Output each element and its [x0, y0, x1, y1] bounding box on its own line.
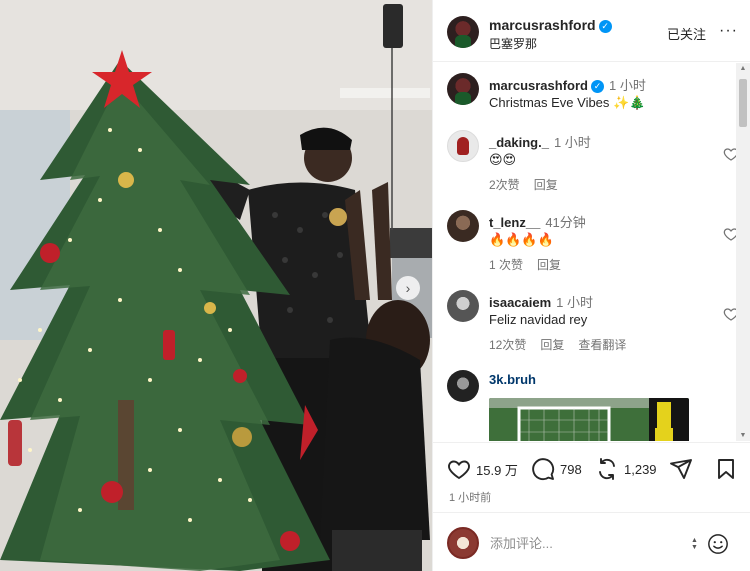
bookmark-icon[interactable] — [715, 457, 737, 481]
avatar[interactable] — [447, 370, 479, 402]
photo-image — [0, 0, 432, 571]
caption: marcusrashford ✓ 1 小时 Christmas Eve Vibes … — [447, 73, 737, 113]
comment-text: Feliz navidad rey — [489, 312, 588, 327]
verified-badge-icon: ✓ — [598, 19, 612, 33]
repost-count[interactable]: 1,239 — [624, 462, 657, 477]
comment-action[interactable]: 798 — [531, 457, 582, 481]
comment-username[interactable]: isaacaiem — [489, 295, 551, 310]
avatar[interactable] — [447, 210, 479, 242]
comment-item: t_lenz__ 41分钟 🔥🔥🔥🔥 1 次赞 回复 — [447, 210, 739, 272]
scroll-thumb[interactable] — [739, 79, 747, 127]
post-location[interactable]: 巴塞罗那 — [489, 35, 537, 52]
comment-username[interactable]: t_lenz__ — [489, 215, 540, 230]
reply-button[interactable]: 回复 — [534, 178, 558, 192]
avatar[interactable] — [447, 16, 479, 48]
comment-item: _daking._ 1 小时 😍😍 2次赞 回复 — [447, 130, 739, 192]
reply-button[interactable]: 回复 — [537, 258, 561, 272]
post-actions: 15.9 万 798 1,239 1 小时前 — [433, 442, 750, 512]
repost-icon[interactable] — [595, 457, 619, 481]
comment-text: 🔥🔥🔥🔥 — [489, 232, 554, 247]
save-action[interactable] — [715, 457, 742, 481]
comment-text: 😍😍 — [489, 152, 517, 167]
comment-input[interactable] — [490, 536, 670, 551]
comment-media-thumbnail[interactable] — [489, 398, 689, 441]
post-timestamp[interactable]: 1 小时前 — [449, 489, 491, 505]
more-options-icon[interactable]: ··· — [719, 22, 738, 40]
author-username[interactable]: marcusrashford ✓ — [489, 17, 612, 33]
comment-item: isaacaiem 1 小时 Feliz navidad rey 12次赞 回复 查看… — [447, 290, 739, 352]
scroll-up-icon[interactable]: ▲ — [739, 65, 747, 72]
comment-likes[interactable]: 2次赞 — [489, 178, 520, 192]
comment-bubble-icon[interactable] — [531, 457, 555, 481]
post-side-panel: marcusrashford ✓ 巴塞罗那 已关注 ··· marcusrashf… — [432, 0, 750, 571]
reply-button[interactable]: 回复 — [540, 338, 564, 352]
add-comment-bar: ▲▼ — [433, 512, 750, 571]
comment-username[interactable]: _daking._ — [489, 135, 549, 150]
see-translation-button[interactable]: 查看翻译 — [578, 338, 626, 352]
comment-time: 1 小时 — [553, 135, 591, 150]
scroll-down-icon[interactable]: ▼ — [739, 432, 747, 439]
comment-likes[interactable]: 1 次赞 — [489, 258, 523, 272]
emoji-icon[interactable] — [707, 533, 729, 555]
share-action[interactable] — [669, 457, 698, 481]
share-paper-plane-icon[interactable] — [669, 457, 693, 481]
comments-scrollbar[interactable]: ▲ ▼ — [736, 63, 750, 441]
repost-action[interactable]: 1,239 — [595, 457, 657, 481]
following-button[interactable]: 已关注 — [667, 24, 706, 43]
comment-time: 41分钟 — [545, 215, 586, 230]
verified-badge-icon: ✓ — [590, 80, 604, 94]
heart-icon[interactable] — [447, 457, 471, 481]
comment-username[interactable]: 3k.bruh — [489, 372, 536, 387]
avatar[interactable] — [447, 73, 479, 105]
avatar[interactable] — [447, 290, 479, 322]
caption-text: Christmas Eve Vibes ✨🎄 — [489, 95, 646, 110]
comment-time: 1 小时 — [556, 295, 594, 310]
caption-username[interactable]: marcusrashford — [489, 78, 588, 93]
comment-likes[interactable]: 12次赞 — [489, 338, 526, 352]
chevron-right-icon[interactable]: › — [396, 276, 420, 300]
comments-list[interactable]: marcusrashford ✓ 1 小时 Christmas Eve Vibes … — [433, 63, 750, 441]
input-stepper-icon[interactable]: ▲ ▼ — [691, 537, 698, 551]
comment-count[interactable]: 798 — [560, 462, 582, 477]
like-count[interactable]: 15.9 万 — [476, 460, 518, 479]
caption-time: 1 小时 — [608, 78, 646, 93]
like-action[interactable]: 15.9 万 — [447, 457, 518, 481]
comment-item: 3k.bruh — [447, 370, 737, 441]
avatar[interactable] — [447, 130, 479, 162]
post-header: marcusrashford ✓ 巴塞罗那 已关注 ··· — [433, 0, 750, 62]
avatar[interactable] — [447, 527, 479, 559]
post-photo[interactable]: › — [0, 0, 432, 571]
